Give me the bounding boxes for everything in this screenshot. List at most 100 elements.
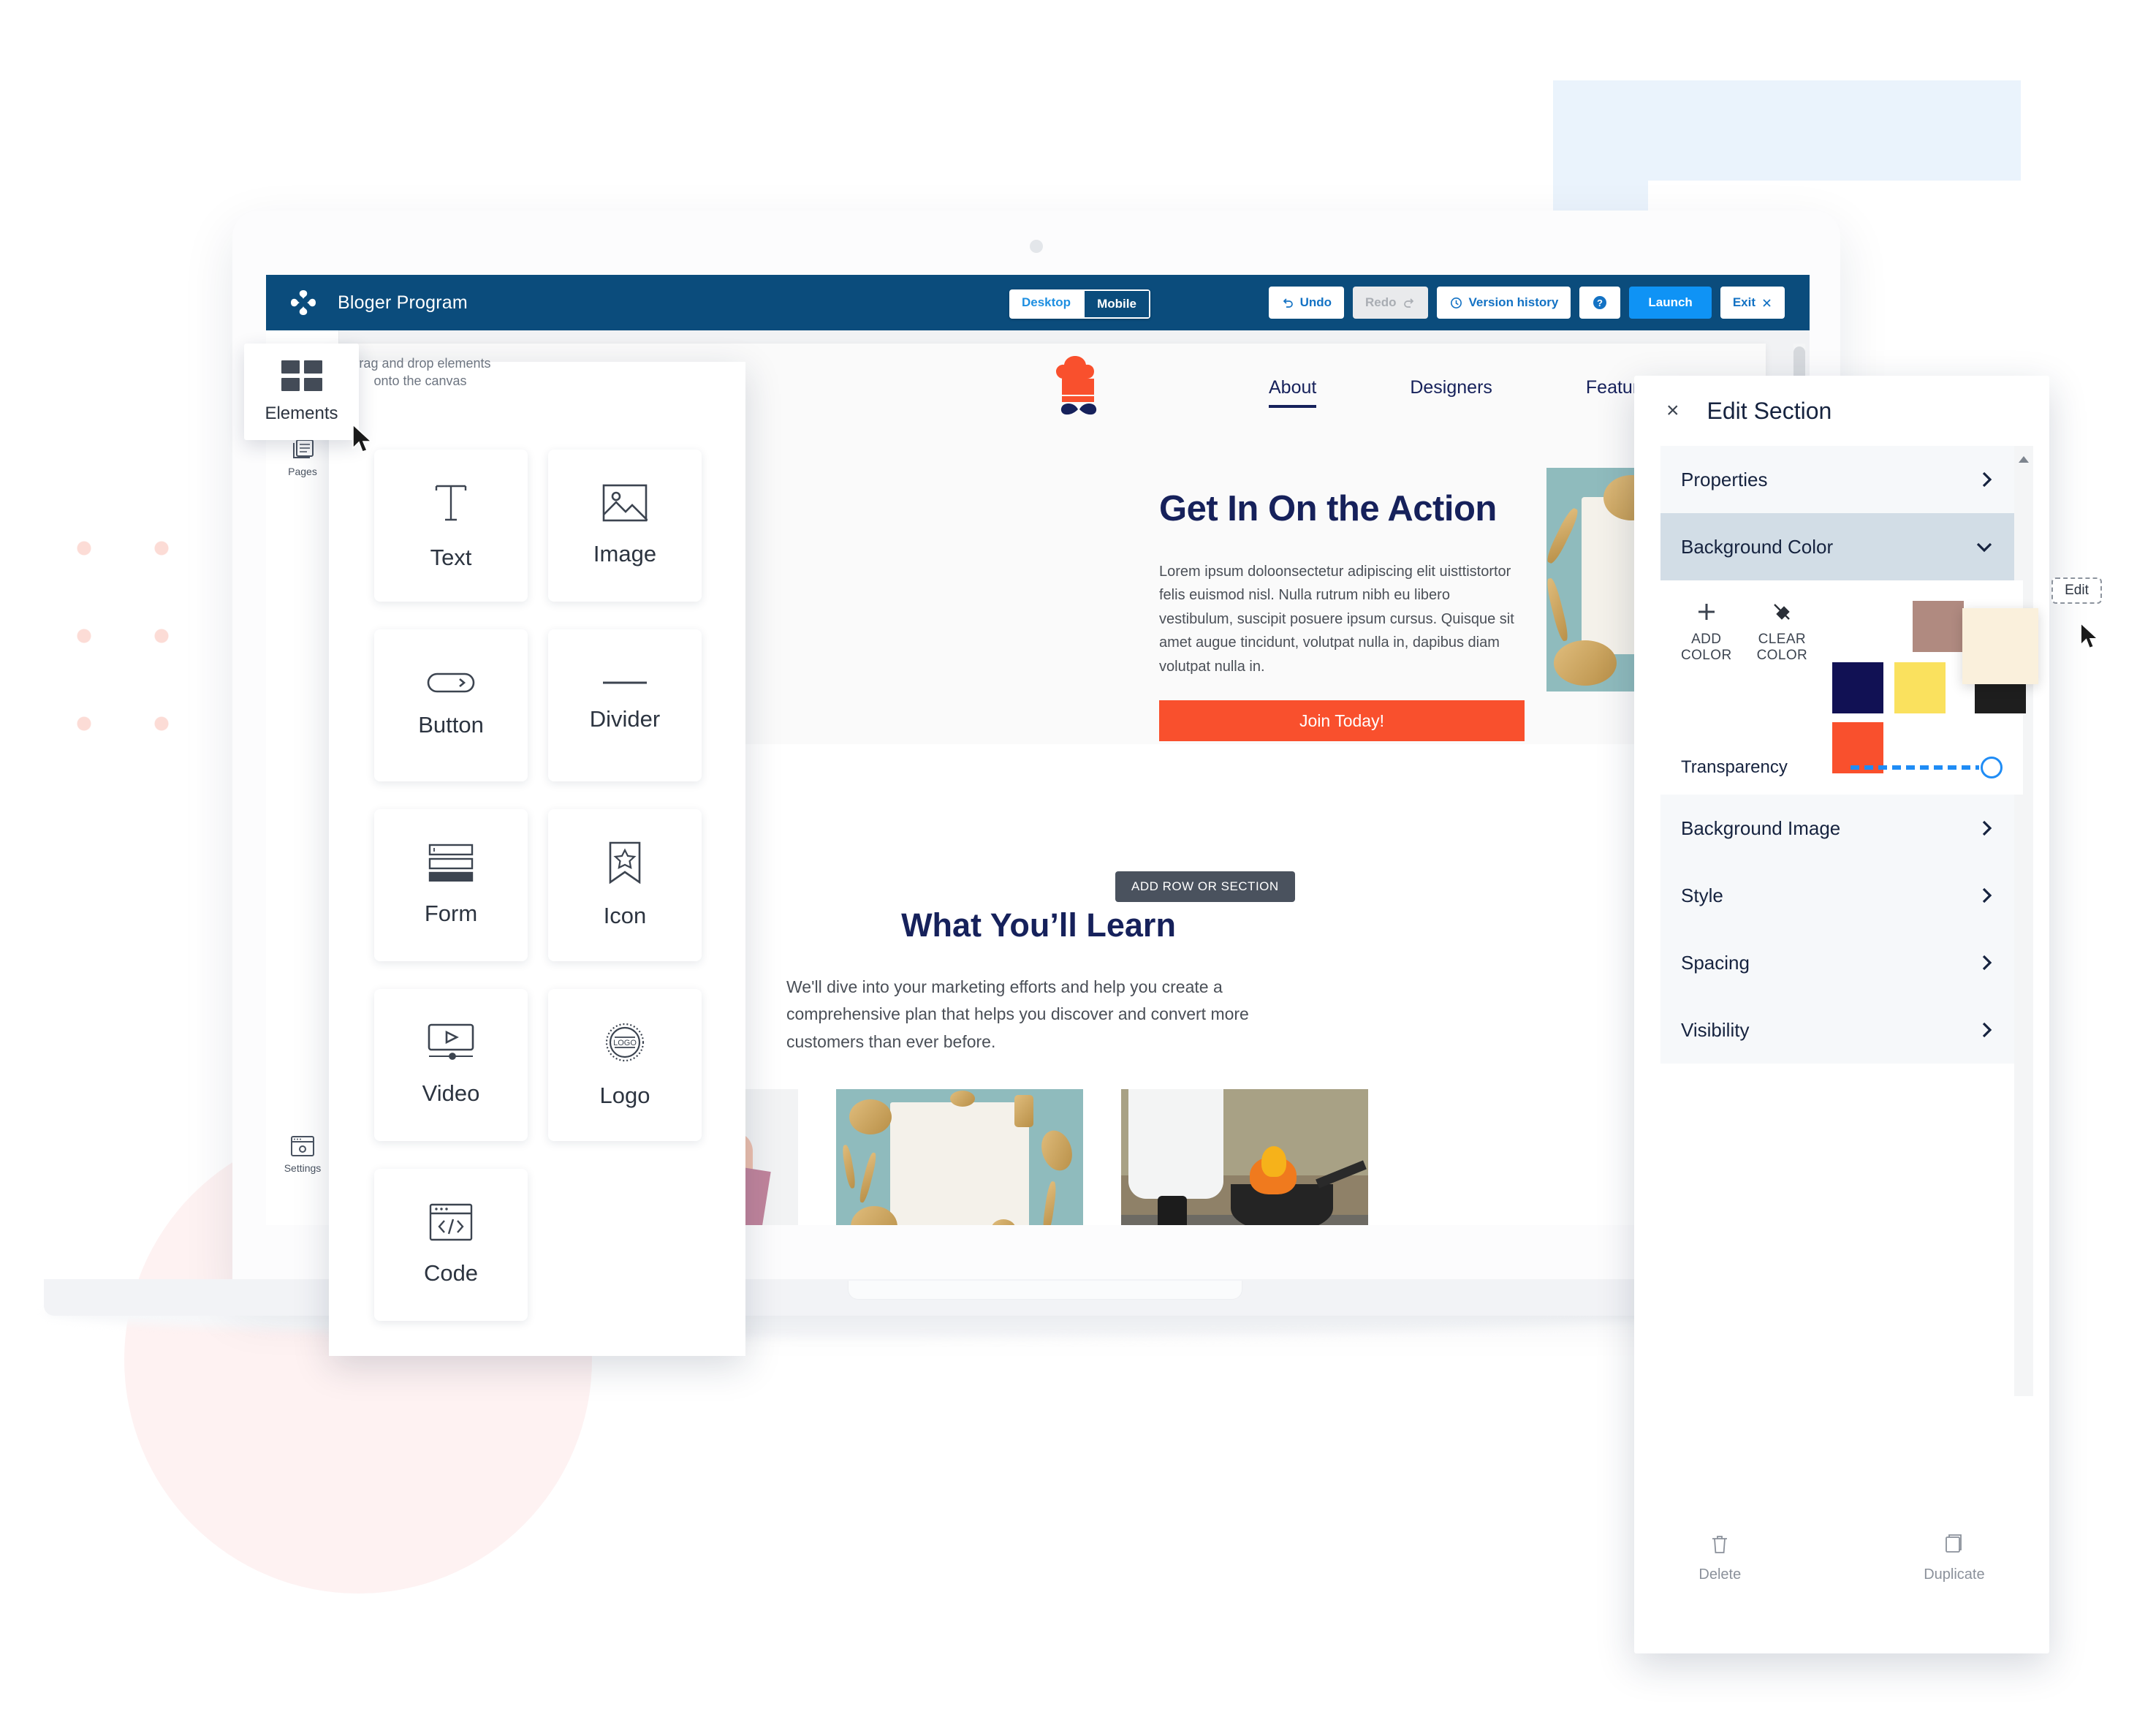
background-color-body: ADD COLOR CLEAR COLOR Edit Transparency (1660, 577, 2102, 795)
version-history-button[interactable]: Version history (1436, 287, 1571, 319)
edit-section-footer: Delete Duplicate (1634, 1534, 2049, 1583)
plus-icon (1696, 601, 1717, 627)
accordion-label-background-image: Background Image (1681, 816, 1841, 839)
chevron-down-icon (1975, 540, 1994, 553)
element-palette-grid: Text Image Button Divider Form Icon Vide… (374, 450, 703, 1321)
site-menu-item-designers[interactable]: Designers (1410, 377, 1492, 408)
palette-item-image[interactable]: Image (548, 450, 702, 602)
element-palette-panel: Text Image Button Divider Form Icon Vide… (329, 362, 745, 1356)
clear-color-label: CLEAR COLOR (1756, 631, 1808, 663)
accordion-label-properties: Properties (1681, 468, 1768, 490)
palette-item-video[interactable]: Video (374, 989, 528, 1141)
exit-button[interactable]: Exit (1720, 287, 1785, 319)
help-button[interactable]: ? (1579, 287, 1621, 319)
palette-item-text[interactable]: Text (374, 450, 528, 602)
palette-label-text: Text (430, 545, 472, 570)
app-logo-icon (288, 287, 319, 318)
sidebar-label-elements: Elements (265, 403, 338, 423)
redo-label: Redo (1365, 295, 1397, 309)
form-icon (428, 844, 474, 882)
delete-button[interactable]: Delete (1698, 1534, 1741, 1583)
panel-scrollbar-up-arrow[interactable] (2014, 446, 2033, 475)
sidebar-item-elements[interactable]: Elements (244, 344, 359, 440)
text-icon (429, 480, 473, 526)
topbar-actions: Undo Redo Version history ? Launch Exit (1268, 287, 1785, 319)
palette-label-icon: Icon (603, 903, 647, 928)
exit-label: Exit (1732, 295, 1755, 309)
palette-label-image: Image (593, 541, 657, 566)
color-swatch-mauve[interactable] (1913, 601, 1965, 652)
viewport-mobile-button[interactable]: Mobile (1083, 289, 1150, 319)
palette-hint-text: Drag and drop elements onto the canvas (349, 356, 491, 389)
accordion-label-visibility: Visibility (1681, 1018, 1750, 1041)
accordion-label-style: Style (1681, 884, 1723, 906)
palette-item-icon[interactable]: Icon (548, 809, 702, 961)
palette-item-divider[interactable]: Divider (548, 629, 702, 781)
transparency-slider[interactable] (1851, 757, 2003, 778)
mouse-cursor-icon (2079, 622, 2100, 654)
grid-icon (281, 360, 322, 395)
hero-cta-button[interactable]: Join Today! (1159, 700, 1525, 741)
edit-section-panel: × Edit Section Properties Background Col… (1634, 376, 2102, 1653)
palette-label-video: Video (422, 1080, 480, 1106)
button-icon (427, 672, 475, 693)
viewport-toggle[interactable]: Desktop Mobile (1009, 289, 1150, 319)
screenshot-root: Bloger Program Desktop Mobile Undo Redo (0, 0, 2156, 1709)
edit-section-header: × Edit Section (1634, 376, 2049, 446)
duplicate-label: Duplicate (1924, 1566, 1985, 1583)
redo-icon (1402, 296, 1416, 309)
launch-button[interactable]: Launch (1629, 287, 1712, 319)
learn-body-text: We'll dive into your marketing efforts a… (786, 977, 1249, 1051)
viewport-desktop-button[interactable]: Desktop (1009, 289, 1084, 319)
color-swatch-navy[interactable] (1832, 662, 1884, 713)
sidebar-item-settings[interactable]: Settings (266, 1123, 339, 1183)
palette-label-button: Button (418, 712, 484, 738)
clear-paint-icon (1771, 601, 1793, 627)
laptop-notch (848, 1281, 1242, 1300)
laptop-camera-icon (1030, 240, 1043, 253)
palette-item-button[interactable]: Button (374, 629, 528, 781)
edit-swatch-tooltip[interactable]: Edit (2051, 577, 2102, 604)
code-icon (429, 1203, 473, 1241)
help-icon: ? (1592, 295, 1608, 311)
learn-card-image-chef (1121, 1089, 1368, 1225)
palette-label-logo: Logo (599, 1083, 650, 1108)
undo-label: Undo (1299, 295, 1332, 309)
decorative-dot-grid (45, 504, 221, 760)
chevron-right-icon (1981, 819, 1994, 838)
slider-handle[interactable] (1981, 757, 2003, 778)
redo-button[interactable]: Redo (1353, 287, 1428, 319)
trash-icon (1710, 1534, 1729, 1559)
add-row-or-section-button[interactable]: ADD ROW OR SECTION (1115, 871, 1295, 902)
color-action-row: ADD COLOR CLEAR COLOR Edit (1681, 577, 2102, 773)
chevron-right-icon (1981, 886, 1994, 905)
accordion-row-spacing[interactable]: Spacing (1660, 929, 2023, 996)
edit-section-accordion: Properties Background Color ADD COLOR CL… (1660, 446, 2102, 1396)
undo-button[interactable]: Undo (1268, 287, 1345, 319)
palette-item-form[interactable]: Form (374, 809, 528, 961)
clear-color-button[interactable]: CLEAR COLOR (1757, 601, 1808, 664)
palette-item-logo[interactable]: LOGO Logo (548, 989, 702, 1141)
accordion-row-background-color[interactable]: Background Color (1660, 513, 2023, 580)
learn-card-image-cutlery (836, 1089, 1083, 1225)
accordion-row-properties[interactable]: Properties (1660, 446, 2023, 513)
color-swatch-yellow[interactable] (1894, 662, 1946, 713)
color-swatch-cream-selected[interactable] (1962, 608, 2039, 684)
logo-badge-icon: LOGO (604, 1021, 646, 1064)
close-icon[interactable]: × (1666, 400, 1679, 422)
duplicate-button[interactable]: Duplicate (1924, 1534, 1985, 1583)
accordion-row-style[interactable]: Style (1660, 862, 2023, 929)
chevron-right-icon (1981, 1020, 1994, 1039)
palette-item-code[interactable]: Code (374, 1169, 528, 1321)
accordion-row-visibility[interactable]: Visibility (1660, 996, 2023, 1064)
add-color-button[interactable]: ADD COLOR (1681, 601, 1732, 664)
sidebar-rail: Elements Layout (266, 330, 339, 1225)
accordion-row-background-image[interactable]: Background Image (1660, 795, 2023, 862)
site-menu-item-about[interactable]: About (1269, 377, 1317, 408)
pages-icon (290, 439, 315, 461)
divider-icon (601, 678, 649, 687)
svg-text:?: ? (1597, 298, 1603, 308)
sidebar-label-settings: Settings (284, 1162, 322, 1174)
color-swatch-grid: Edit (1832, 577, 2102, 773)
svg-text:LOGO: LOGO (613, 1039, 637, 1047)
